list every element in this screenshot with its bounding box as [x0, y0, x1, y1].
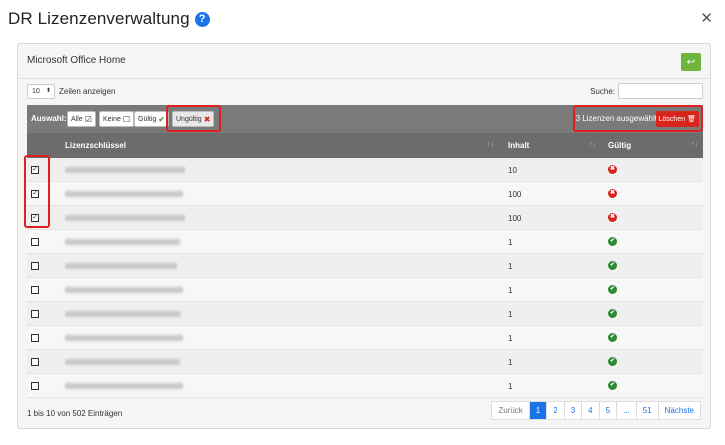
check-circle-icon: ✔	[608, 237, 617, 246]
license-key-blurred	[65, 191, 183, 197]
check-circle-icon: ✔	[608, 285, 617, 294]
search-input[interactable]	[618, 83, 703, 99]
page-link[interactable]: 51	[637, 402, 659, 419]
sort-icon[interactable]: ↑↓	[589, 141, 596, 148]
table-row[interactable]: 1 ✔	[27, 374, 703, 398]
x-circle-icon: ✖	[608, 213, 617, 222]
inhalt-cell: 1	[508, 334, 513, 343]
table-row[interactable]: ✓ 10 ✖	[27, 158, 703, 182]
row-checkbox[interactable]	[31, 262, 39, 270]
table-row[interactable]: 1 ✔	[27, 350, 703, 374]
col-inhalt[interactable]: Inhalt	[508, 141, 529, 150]
license-key-blurred	[65, 263, 177, 269]
table-controls: 10 ⬍ Zeilen anzeigen Suche:	[27, 83, 703, 101]
table-info: 1 bis 10 von 502 Einträgen	[27, 409, 123, 418]
table-row[interactable]: 1 ✔	[27, 302, 703, 326]
license-key-blurred	[65, 311, 181, 317]
inhalt-cell: 1	[508, 358, 513, 367]
inhalt-cell: 1	[508, 382, 513, 391]
page-length-label: Zeilen anzeigen	[59, 87, 116, 96]
license-key-blurred	[65, 359, 180, 365]
inhalt-cell: 1	[508, 238, 513, 247]
license-table: Auswahl: Alle ☑ Keine ☐ Gültig ✔ Ungültig ✖ …	[24, 105, 703, 398]
x-circle-icon: ✖	[608, 189, 617, 198]
chevron-updown-icon: ⬍	[45, 88, 51, 94]
product-title: Microsoft Office Home	[27, 55, 126, 66]
license-key-blurred	[65, 215, 185, 221]
row-checkbox[interactable]	[31, 334, 39, 342]
page-link[interactable]: 4	[582, 402, 600, 419]
checkbox-empty-icon: ☐	[122, 114, 131, 124]
inhalt-cell: 10	[508, 166, 517, 175]
checkbox-checked-icon: ☑	[84, 114, 92, 124]
table-row[interactable]: 1 ✔	[27, 278, 703, 302]
check-circle-icon: ✔	[608, 357, 617, 366]
inhalt-cell: 100	[508, 214, 522, 223]
panel-header: Microsoft Office Home ↩	[18, 44, 710, 79]
pagination: Zurück 1 2 3 4 5... 51 Nächste	[491, 401, 701, 420]
window-title: DR Lizenzenverwaltung	[8, 9, 190, 28]
sort-icon[interactable]: ↑↓	[691, 141, 698, 148]
row-checkbox[interactable]	[31, 358, 39, 366]
row-checkbox[interactable]	[31, 286, 39, 294]
auswahl-label: Auswahl:	[31, 114, 67, 123]
page-link[interactable]: Zurück	[492, 402, 530, 419]
select-valid-button[interactable]: Gültig ✔	[134, 111, 169, 127]
page-link[interactable]: 5	[600, 402, 618, 419]
sort-icon[interactable]: ↑↓	[487, 141, 494, 148]
back-icon: ↩	[686, 56, 696, 68]
row-checkbox[interactable]	[31, 238, 39, 246]
page-link[interactable]: 2	[547, 402, 565, 419]
highlight-box	[166, 105, 221, 132]
inhalt-cell: 100	[508, 190, 522, 199]
page-link[interactable]: Nächste	[659, 402, 700, 419]
search-label: Suche:	[590, 87, 615, 96]
inhalt-cell: 1	[508, 310, 513, 319]
table-header: Lizenzschlüssel ↑↓ Inhalt ↑↓ Gültig ↑↓	[27, 133, 703, 158]
x-circle-icon: ✖	[608, 165, 617, 174]
select-all-button[interactable]: Alle ☑	[67, 111, 96, 127]
license-panel: Microsoft Office Home ↩ 10 ⬍ Zeilen anzei…	[17, 43, 711, 429]
license-key-blurred	[65, 335, 183, 341]
table-row[interactable]: ✓ 100 ✖	[27, 182, 703, 206]
check-circle-icon: ✔	[608, 333, 617, 342]
check-circle-icon: ✔	[608, 309, 617, 318]
page-link[interactable]: 3	[565, 402, 583, 419]
page-link: ...	[617, 402, 637, 419]
row-checkbox[interactable]	[31, 382, 39, 390]
col-license-key[interactable]: Lizenzschlüssel	[65, 141, 126, 150]
row-checkbox[interactable]	[31, 310, 39, 318]
highlight-box	[573, 105, 703, 132]
license-key-blurred	[65, 167, 185, 173]
select-none-button[interactable]: Keine ☐	[99, 111, 135, 127]
check-circle-icon: ✔	[158, 114, 165, 124]
help-icon[interactable]: ?	[194, 11, 210, 27]
col-valid[interactable]: Gültig	[608, 141, 631, 150]
page-length-select[interactable]: 10 ⬍	[27, 84, 55, 99]
license-key-blurred	[65, 287, 183, 293]
inhalt-cell: 1	[508, 262, 513, 271]
table-row[interactable]: ✓ 100 ✖	[27, 206, 703, 230]
page-link[interactable]: 1	[529, 402, 548, 419]
table-row[interactable]: 1 ✔	[27, 254, 703, 278]
license-key-blurred	[65, 239, 180, 245]
check-circle-icon: ✔	[608, 381, 617, 390]
license-key-blurred	[65, 383, 183, 389]
table-row[interactable]: 1 ✔	[27, 326, 703, 350]
table-body: ✓ 10 ✖ ✓ 100 ✖ ✓ 100 ✖ 1 ✔ 1 ✔ 1 ✔ 1 ✔ 1 ✔ 1 ✔ 1 ✔	[27, 158, 703, 398]
selection-toolbar: Auswahl: Alle ☑ Keine ☐ Gültig ✔ Ungültig ✖ …	[27, 105, 703, 133]
back-button[interactable]: ↩	[681, 53, 701, 71]
inhalt-cell: 1	[508, 286, 513, 295]
check-circle-icon: ✔	[608, 261, 617, 270]
table-row[interactable]: 1 ✔	[27, 230, 703, 254]
window-title-bar: DR Lizenzenverwaltung ?	[0, 0, 725, 38]
close-icon[interactable]: ✕	[700, 9, 713, 27]
highlight-box	[24, 155, 50, 228]
